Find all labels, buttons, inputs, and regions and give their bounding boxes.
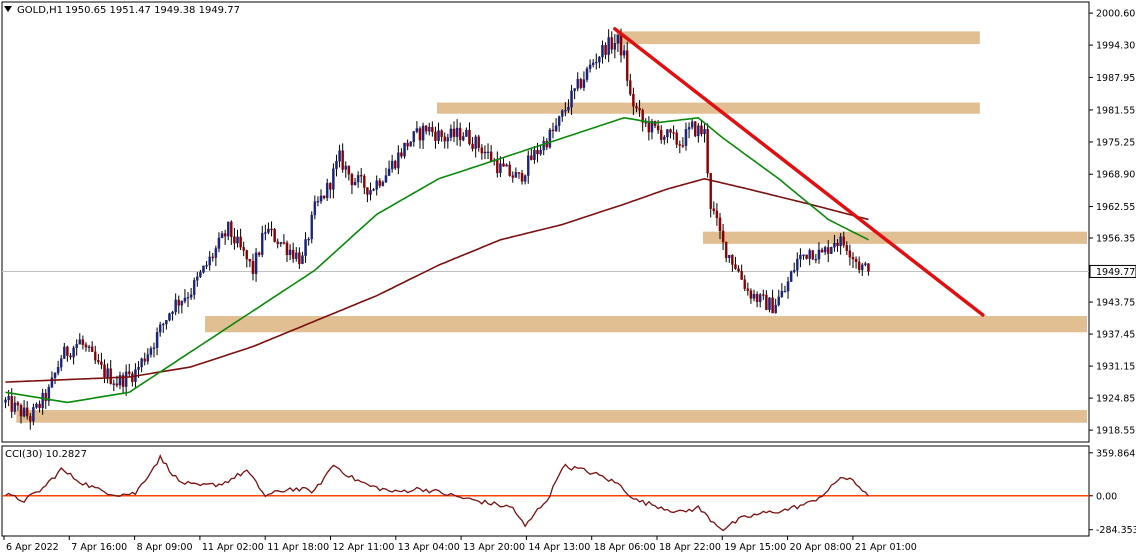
candle[interactable] <box>403 142 406 159</box>
x-tick-label: 6 Apr 2022 <box>6 542 59 553</box>
x-tick-label: 14 Apr 13:00 <box>528 542 590 553</box>
candle[interactable] <box>310 211 313 244</box>
candle[interactable] <box>830 246 833 254</box>
x-tick-label: 8 Apr 09:00 <box>137 542 193 553</box>
x-tick-label: 13 Apr 04:00 <box>398 542 460 553</box>
sr-zone-5[interactable] <box>16 410 1087 423</box>
ohlc-label: 1950.65 1951.47 1949.38 1949.77 <box>65 5 240 16</box>
y-tick-label: 1994.30 <box>1096 41 1135 52</box>
sr-zone-4[interactable] <box>205 316 1088 333</box>
cci-tick-label: -284.3532 <box>1096 525 1136 536</box>
x-tick-label: 20 Apr 08:00 <box>790 542 852 553</box>
candle[interactable] <box>706 123 709 178</box>
sr-zone-2[interactable] <box>437 102 980 114</box>
y-tick-label: 1968.90 <box>1096 170 1135 181</box>
cci-tick-label: 0.00 <box>1096 491 1117 502</box>
x-tick-label: 12 Apr 11:00 <box>333 542 395 553</box>
candle[interactable] <box>694 121 697 138</box>
price-panel-frame <box>1 1 1090 443</box>
candle[interactable] <box>168 312 171 322</box>
y-tick-label: 1943.75 <box>1096 298 1135 309</box>
cci-panel[interactable] <box>1 445 1090 537</box>
cci-label: CCI(30) 10.2827 <box>5 449 87 460</box>
cci-panel-frame <box>1 445 1090 537</box>
x-tick-label: 21 Apr 01:00 <box>855 542 917 553</box>
x-tick-label: 11 Apr 02:00 <box>202 542 264 553</box>
x-tick-label: 7 Apr 16:00 <box>71 542 127 553</box>
sr-zone-3[interactable] <box>702 231 1087 244</box>
x-tick-label: 13 Apr 20:00 <box>463 542 525 553</box>
candle[interactable] <box>811 250 815 260</box>
candle[interactable] <box>548 127 552 149</box>
x-tick-label: 19 Apr 15:00 <box>724 542 786 553</box>
y-tick-label: 1962.55 <box>1096 202 1135 213</box>
candle[interactable] <box>409 141 412 147</box>
candle[interactable] <box>273 227 276 243</box>
x-tick-label: 18 Apr 22:00 <box>659 542 721 553</box>
sr-zone-1[interactable] <box>616 31 980 45</box>
y-tick-label: 2000.60 <box>1096 9 1135 20</box>
y-tick-label: 1924.85 <box>1096 394 1135 405</box>
symbol-label: GOLD,H1 <box>17 5 63 16</box>
candle[interactable] <box>789 270 793 283</box>
y-tick-label: 1918.55 <box>1096 426 1135 437</box>
candle[interactable] <box>202 265 205 274</box>
y-tick-label: 1937.45 <box>1096 330 1135 341</box>
y-tick-label: 1981.55 <box>1096 105 1135 116</box>
cci-tick-label: 359.8649 <box>1096 448 1136 459</box>
x-tick-label: 11 Apr 18:00 <box>267 542 329 553</box>
y-tick-label: 1975.25 <box>1096 137 1135 148</box>
y-tick-label: 1931.15 <box>1096 362 1135 373</box>
x-tick-label: 18 Apr 06:00 <box>594 542 656 553</box>
current-price-label: 1949.77 <box>1096 267 1135 278</box>
y-tick-label: 1956.35 <box>1096 234 1135 245</box>
candle[interactable] <box>579 77 583 90</box>
y-tick-label: 1987.95 <box>1096 73 1135 84</box>
price-panel[interactable] <box>1 1 1090 443</box>
trading-chart[interactable]: 2000.60 1994.30 1987.95 1981.55 1975.25 1968.… <box>0 0 1136 559</box>
